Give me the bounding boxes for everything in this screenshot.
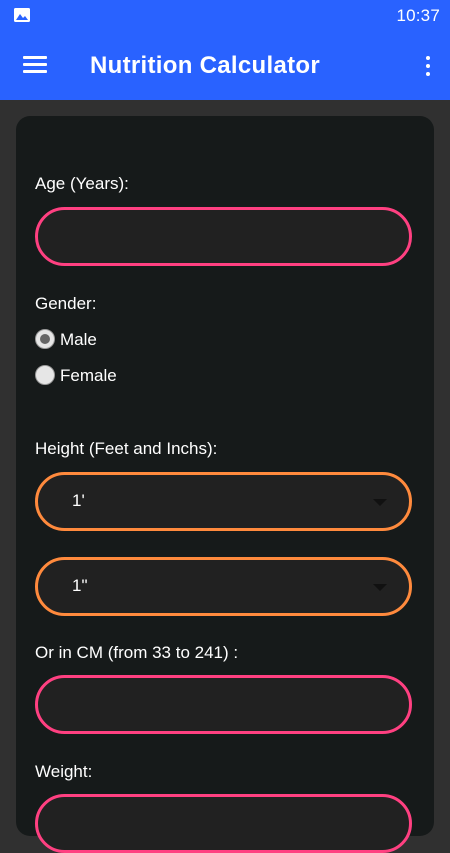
gender-radio-male[interactable]: Male (35, 329, 155, 353)
cm-label: Or in CM (from 33 to 241) : (35, 643, 239, 662)
status-time: 10:37 (396, 6, 440, 25)
height-feet-value: 1' (72, 491, 85, 510)
age-label: Age (Years): (35, 174, 129, 193)
gender-radio-female[interactable]: Female (35, 365, 155, 389)
hamburger-menu-icon[interactable] (16, 50, 54, 82)
app-title: Nutrition Calculator (90, 52, 321, 79)
image-icon (14, 8, 30, 22)
cm-input[interactable] (35, 675, 412, 734)
status-bar: 10:37 (0, 0, 450, 32)
weight-label: Weight: (35, 762, 93, 781)
radio-button-selected[interactable] (35, 329, 55, 349)
form-card: Age (Years): Gender: Male Female Height … (16, 116, 434, 853)
more-vert-icon[interactable] (420, 50, 436, 82)
radio-button-unselected[interactable] (35, 365, 55, 385)
height-inches-dropdown[interactable]: 1" (35, 557, 412, 616)
dropdown-arrow-icon (373, 584, 387, 591)
height-label: Height (Feet and Inchs): (35, 439, 218, 458)
gender-label: Gender: (35, 294, 97, 313)
gender-male-label: Male (60, 330, 97, 349)
app-bar: Nutrition Calculator (0, 32, 450, 100)
age-input[interactable] (35, 207, 412, 266)
gender-female-label: Female (60, 366, 117, 385)
dropdown-arrow-icon (373, 499, 387, 506)
height-feet-dropdown[interactable]: 1' (35, 472, 412, 531)
height-inches-value: 1" (72, 576, 88, 595)
weight-input[interactable] (35, 794, 412, 853)
main-content: Age (Years): Gender: Male Female Height … (0, 100, 450, 853)
